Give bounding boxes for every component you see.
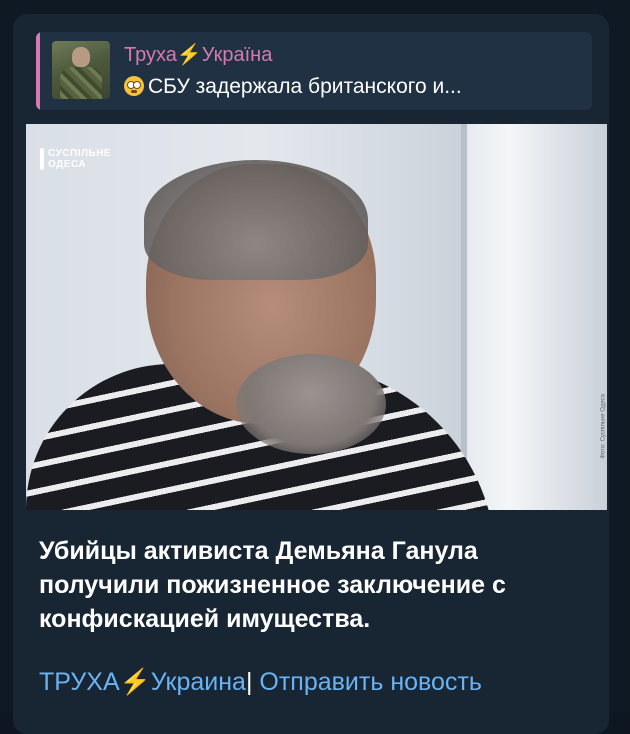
flushed-face-icon	[124, 76, 144, 96]
lightning-icon: ⚡	[176, 44, 202, 66]
message-footer: ТРУХА⚡Украина| Отправить новость	[39, 668, 482, 697]
reply-preview-text: СБУ задержала британского и...	[124, 75, 584, 99]
reply-channel-name-part1: Труха	[124, 44, 177, 66]
suspilne-logo-icon	[40, 148, 44, 170]
message-caption: Убийцы активиста Демьяна Ганула получили…	[39, 537, 506, 633]
send-news-link[interactable]: Отправить новость	[252, 668, 482, 696]
reply-accent-bar	[36, 32, 40, 110]
reply-preview[interactable]: Труха⚡Україна СБУ задержала британского …	[36, 32, 592, 110]
message-bubble[interactable]: Труха⚡Україна СБУ задержала британского …	[13, 14, 609, 734]
message-photo[interactable]: СУСПІЛЬНЕ ОДЕСА Фото: Суспільне Одеса	[26, 124, 607, 510]
channel-link[interactable]: ТРУХА⚡Украина	[39, 668, 246, 696]
reply-preview-label: СБУ задержала британского и...	[148, 75, 462, 98]
photo-watermark: СУСПІЛЬНЕ ОДЕСА	[48, 148, 112, 170]
reply-channel-name-part2: Україна	[201, 44, 273, 66]
lightning-icon: ⚡	[119, 668, 151, 696]
photo-credit: Фото: Суспільне Одеса	[601, 394, 607, 459]
reply-channel-name: Труха⚡Україна	[124, 42, 272, 67]
reply-thumbnail	[52, 41, 110, 99]
